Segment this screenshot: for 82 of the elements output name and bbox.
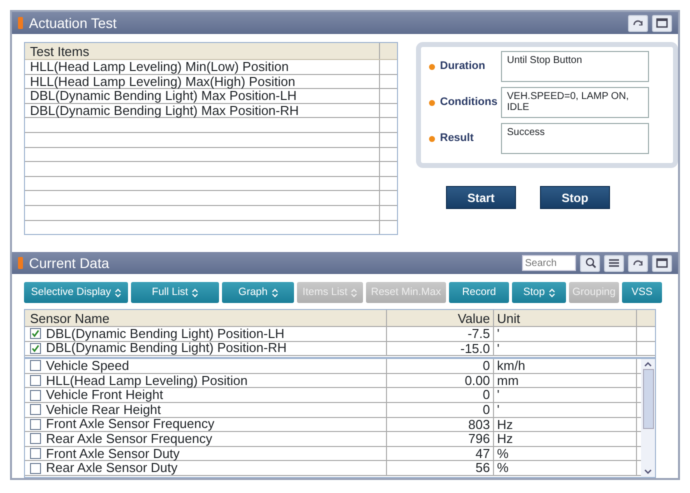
table-cell: mm xyxy=(494,374,637,388)
info-field: VEH.SPEED=0, LAMP ON, IDLE xyxy=(501,87,649,118)
table-cell: km/h xyxy=(494,359,637,373)
sensor-name: DBL(Dynamic Bending Light) Position-RH xyxy=(46,341,287,356)
flag-icon xyxy=(18,17,23,29)
info-field: Until Stop Button xyxy=(501,51,649,82)
checkbox[interactable] xyxy=(30,390,41,401)
sensor-name: Rear Axle Sensor Frequency xyxy=(46,432,212,446)
sensor-name: Front Axle Sensor Duty xyxy=(46,446,180,461)
list-item[interactable]: HLL(Head Lamp Leveling) Max(High) Position xyxy=(25,74,379,88)
toolbar-button[interactable]: Record xyxy=(449,282,509,303)
updown-icon xyxy=(351,288,358,298)
panel-title: Current Data xyxy=(29,254,110,272)
sensor-name: HLL(Head Lamp Leveling) Position xyxy=(46,374,248,388)
sensor-name: Vehicle Rear Height xyxy=(46,402,161,417)
table-cell: Hz xyxy=(494,432,637,446)
table-cell: 0.00 xyxy=(387,374,494,388)
sensor-name: Vehicle Speed xyxy=(46,358,130,373)
checkbox[interactable] xyxy=(30,342,41,354)
search-field[interactable]: Search xyxy=(522,255,576,271)
maximize-icon[interactable] xyxy=(652,14,672,32)
checkbox[interactable] xyxy=(30,328,41,340)
dropdown-button[interactable]: Stop xyxy=(512,282,566,303)
column-header: Unit xyxy=(494,310,637,326)
checkbox[interactable] xyxy=(30,462,41,474)
field-label: Duration xyxy=(440,59,486,74)
dropdown-button[interactable]: Graph xyxy=(222,282,294,303)
updown-icon xyxy=(272,288,278,298)
table-cell: ' xyxy=(494,342,637,356)
bullet-icon xyxy=(429,100,435,106)
updown-icon xyxy=(548,288,555,298)
sensor-name: DBL(Dynamic Bending Light) Position-LH xyxy=(46,326,284,341)
table-cell: 56 xyxy=(387,461,494,475)
panel-title: Actuation Test xyxy=(29,14,117,32)
checkbox[interactable] xyxy=(30,433,41,444)
table-cell: ' xyxy=(494,402,637,417)
table-cell: ' xyxy=(494,327,637,341)
maximize-icon[interactable] xyxy=(652,254,672,272)
list-item[interactable]: DBL(Dynamic Bending Light) Max Position-LH xyxy=(25,89,379,103)
table-cell: 47 xyxy=(387,446,494,460)
bullet-icon xyxy=(429,64,435,70)
action-button[interactable]: Start xyxy=(446,186,516,209)
table-cell: 796 xyxy=(387,432,494,446)
action-button[interactable]: Stop xyxy=(540,186,610,209)
checkbox[interactable] xyxy=(30,375,41,386)
table-cell: 803 xyxy=(387,418,494,432)
bullet-icon xyxy=(429,136,435,142)
list-icon[interactable] xyxy=(604,254,624,272)
checkbox[interactable] xyxy=(30,360,41,372)
checkbox[interactable] xyxy=(30,448,41,460)
dropdown-button[interactable]: Full List xyxy=(131,282,219,303)
table-cell: % xyxy=(494,446,637,460)
checkbox[interactable] xyxy=(30,418,41,430)
table-cell: ' xyxy=(494,388,637,402)
table-cell: 0 xyxy=(387,402,494,417)
table-cell: -15.0 xyxy=(387,342,494,356)
toolbar-button[interactable]: VSS xyxy=(622,282,662,303)
table-cell: % xyxy=(494,461,637,475)
column-header: Value xyxy=(387,310,494,326)
sensor-name: Vehicle Front Height xyxy=(46,388,164,402)
checkbox[interactable] xyxy=(30,404,41,416)
flag-icon xyxy=(18,257,23,269)
table-cell: 0 xyxy=(387,359,494,373)
column-header: Sensor Name xyxy=(25,310,387,326)
table-cell: 0 xyxy=(387,388,494,402)
retry-icon[interactable] xyxy=(628,254,648,272)
field-label: Result xyxy=(440,131,474,146)
retry-icon[interactable] xyxy=(628,14,648,32)
table-cell: Hz xyxy=(494,418,637,432)
updown-icon xyxy=(192,288,198,298)
list-item[interactable]: DBL(Dynamic Bending Light) Max Position-RH xyxy=(25,104,379,118)
sensor-name: Front Axle Sensor Frequency xyxy=(46,417,214,432)
table-cell: -7.5 xyxy=(387,327,494,341)
column-header: Test Items xyxy=(29,43,90,59)
field-label: Conditions xyxy=(440,95,498,110)
dropdown-button[interactable]: Selective Display xyxy=(24,282,128,303)
search-icon[interactable] xyxy=(580,254,600,272)
info-field: Success xyxy=(501,123,649,154)
scrollbar[interactable] xyxy=(641,359,655,477)
updown-icon xyxy=(114,288,121,298)
sensor-name: Rear Axle Sensor Duty xyxy=(46,461,178,476)
list-item[interactable]: HLL(Head Lamp Leveling) Min(Low) Position xyxy=(25,60,379,74)
